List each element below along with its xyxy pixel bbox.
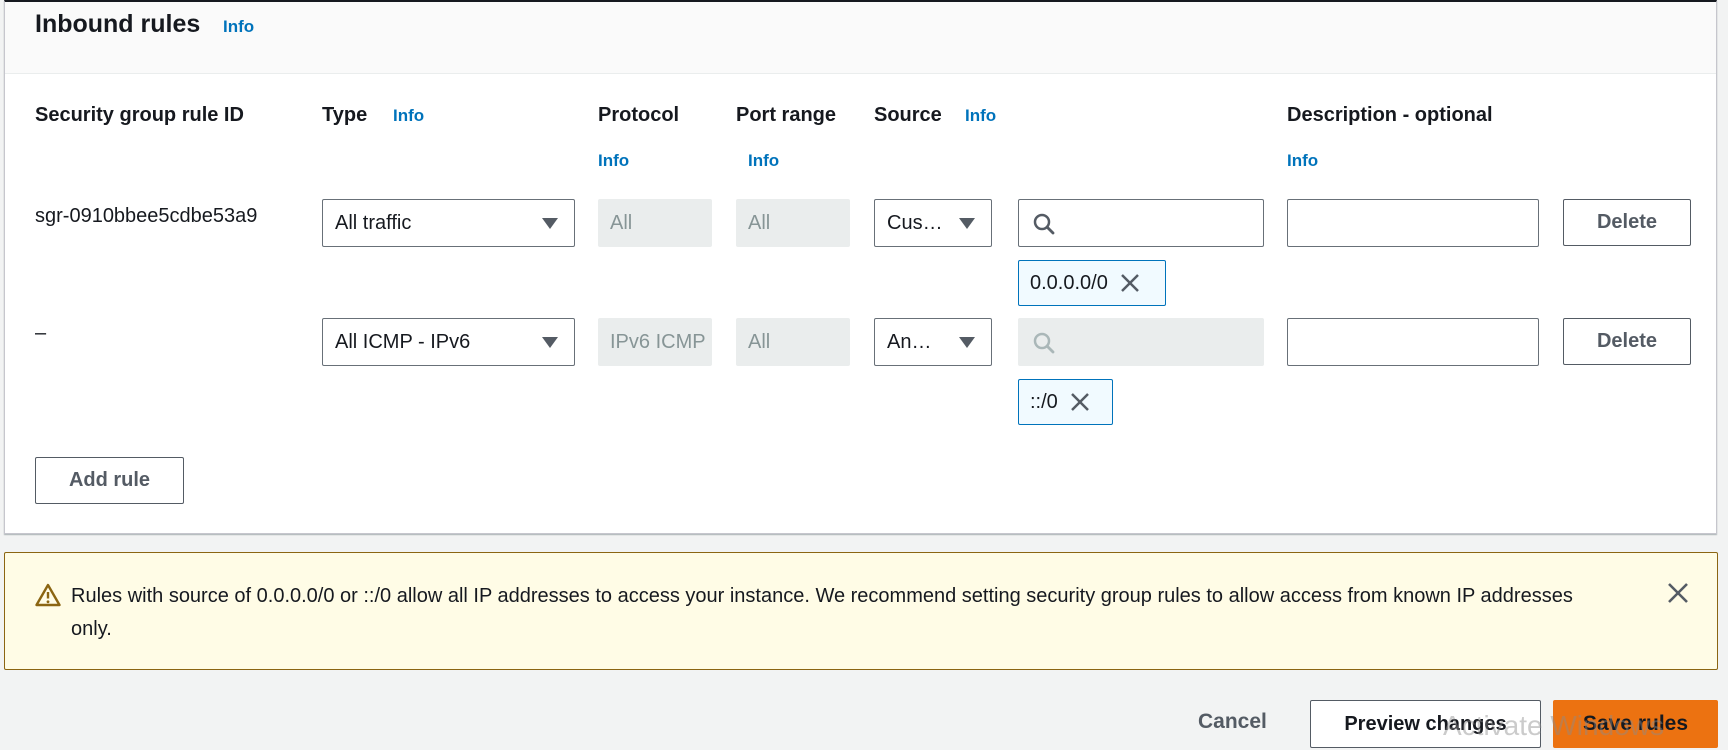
cancel-button[interactable]: Cancel xyxy=(1198,710,1267,734)
port-range-info-link[interactable]: Info xyxy=(748,151,779,171)
source-type-select[interactable]: An… xyxy=(874,318,992,366)
type-info-link[interactable]: Info xyxy=(393,106,424,126)
port-range-field: All xyxy=(736,318,850,366)
chevron-down-icon xyxy=(542,337,558,348)
description-input[interactable] xyxy=(1287,199,1539,247)
source-info-link[interactable]: Info xyxy=(965,106,996,126)
source-search-input[interactable] xyxy=(1018,199,1264,247)
col-header-description: Description - optional xyxy=(1287,104,1493,126)
warning-alert: Rules with source of 0.0.0.0/0 or ::/0 a… xyxy=(4,552,1718,670)
col-header-rule-id: Security group rule ID xyxy=(35,104,244,126)
save-rules-button[interactable]: Save rules xyxy=(1553,700,1718,748)
delete-button[interactable]: Delete xyxy=(1563,318,1691,365)
add-rule-button[interactable]: Add rule xyxy=(35,457,184,504)
col-header-protocol: Protocol xyxy=(598,104,680,126)
protocol-info-link[interactable]: Info xyxy=(598,151,629,171)
type-select[interactable]: All ICMP - IPv6 xyxy=(322,318,575,366)
warning-icon xyxy=(35,583,61,607)
source-token-label: ::/0 xyxy=(1030,390,1058,413)
description-input[interactable] xyxy=(1287,318,1539,366)
search-icon xyxy=(1033,332,1055,354)
chevron-down-icon xyxy=(542,218,558,229)
rule-id: sgr-0910bbee5cdbe53a9 xyxy=(35,205,258,227)
close-icon[interactable] xyxy=(1667,582,1689,604)
panel-title: Inbound rules xyxy=(35,10,201,38)
search-icon xyxy=(1033,213,1055,235)
rule-id: – xyxy=(35,322,47,344)
chevron-down-icon xyxy=(959,218,975,229)
col-header-source: Source xyxy=(874,104,942,126)
description-info-link[interactable]: Info xyxy=(1287,151,1318,171)
panel-header: Inbound rules Info xyxy=(5,2,1716,74)
title-info-link[interactable]: Info xyxy=(223,17,254,37)
source-search-input xyxy=(1018,318,1264,366)
source-type-value: An… xyxy=(887,330,932,353)
source-token: 0.0.0.0/0 xyxy=(1018,260,1166,306)
source-type-select[interactable]: Cus… xyxy=(874,199,992,247)
close-icon[interactable] xyxy=(1070,392,1090,412)
close-icon[interactable] xyxy=(1120,273,1140,293)
type-select-value: All ICMP - IPv6 xyxy=(335,330,471,353)
type-select[interactable]: All traffic xyxy=(322,199,575,247)
source-token-label: 0.0.0.0/0 xyxy=(1030,271,1108,294)
preview-changes-button[interactable]: Preview changes xyxy=(1310,700,1541,748)
delete-button[interactable]: Delete xyxy=(1563,199,1691,246)
protocol-field: All xyxy=(598,199,712,247)
port-range-field: All xyxy=(736,199,850,247)
col-header-port-range: Port range xyxy=(736,104,837,126)
source-type-value: Cus… xyxy=(887,211,943,234)
inbound-rules-panel: Inbound rules Info Security group rule I… xyxy=(4,0,1717,534)
col-header-type: Type xyxy=(322,104,368,126)
type-select-value: All traffic xyxy=(335,211,412,234)
warning-message: Rules with source of 0.0.0.0/0 or ::/0 a… xyxy=(71,585,1573,640)
source-token: ::/0 xyxy=(1018,379,1113,425)
protocol-field: IPv6 ICMP xyxy=(598,318,712,366)
chevron-down-icon xyxy=(959,337,975,348)
